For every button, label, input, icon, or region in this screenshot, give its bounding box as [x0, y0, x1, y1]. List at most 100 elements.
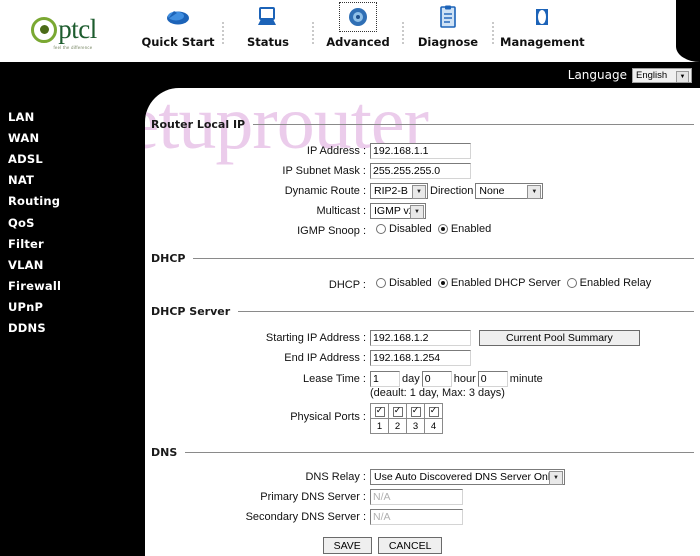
dhcp-mode-label: DHCP :: [328, 279, 366, 291]
dhcp-radio-enabled-relay[interactable]: [566, 278, 577, 288]
dhcp-option-enabled-relay: Enabled Relay: [579, 277, 652, 289]
row-dns-relay: DNS Relay : Use Auto Discovered DNS Serv…: [145, 469, 700, 485]
dhcp-radio-disabled[interactable]: [376, 278, 386, 288]
sidebar-item-qos[interactable]: QoS: [0, 212, 145, 233]
sidebar-item-ddns[interactable]: DDNS: [0, 318, 145, 339]
port-4-number: 4: [424, 418, 443, 434]
physical-ports-table: ✓ ✓ ✓ ✓ 1 2 3 4: [370, 403, 443, 434]
port-4-checkbox[interactable]: ✓: [428, 406, 439, 417]
secondary-dns-input[interactable]: N/A: [370, 509, 463, 525]
secondary-dns-label: Secondary DNS Server :: [245, 511, 366, 523]
dns-relay-value: Use Auto Discovered DNS Server Only: [374, 471, 556, 483]
row-subnet-mask: IP Subnet Mask : 255.255.255.0: [145, 163, 700, 179]
dhcp-radio-enabled-server[interactable]: [437, 278, 448, 288]
row-multicast: Multicast : IGMP v2 ▼: [145, 203, 700, 219]
port-cell: ✓: [406, 403, 425, 419]
sidebar-item-vlan[interactable]: VLAN: [0, 254, 145, 275]
row-dhcp-mode: DHCP : Disabled Enabled DHCP Server Enab…: [145, 277, 700, 292]
lease-minute-input[interactable]: 0: [477, 371, 508, 387]
sidebar-item-wan[interactable]: WAN: [0, 127, 145, 148]
nav-item-status[interactable]: Status: [224, 0, 312, 49]
section-dhcp-server: DHCP Server: [145, 305, 694, 318]
dynamic-route-label: Dynamic Route :: [284, 185, 366, 197]
chevron-down-icon: ▼: [549, 471, 563, 485]
nav-item-diagnose[interactable]: Diagnose: [404, 0, 492, 49]
section-rule: [185, 452, 694, 453]
row-physical-ports: Physical Ports : ✓ ✓ ✓ ✓ 1 2 3 4: [145, 403, 700, 434]
ports-checkbox-row: ✓ ✓ ✓ ✓: [370, 403, 443, 419]
ports-number-row: 1 2 3 4: [370, 418, 443, 434]
language-bar: Language English ▼: [0, 62, 700, 88]
igmp-snoop-option-enabled: Enabled: [450, 223, 492, 235]
brand-name: ptcl: [58, 14, 97, 44]
nav-label: Advanced: [326, 35, 390, 49]
direction-select[interactable]: None ▼: [475, 183, 544, 199]
sidebar-item-nat[interactable]: NAT: [0, 170, 145, 191]
igmp-snoop-label: IGMP Snoop :: [297, 225, 366, 237]
multicast-label: Multicast :: [316, 205, 366, 217]
port-2-checkbox[interactable]: ✓: [392, 406, 403, 417]
section-title: DNS: [151, 446, 178, 459]
form-action-buttons: SAVE CANCEL: [145, 537, 700, 554]
cancel-button[interactable]: CANCEL: [377, 537, 443, 554]
lease-minute-unit: minute: [509, 373, 543, 385]
row-igmp-snoop: IGMP Snoop : Disabled Enabled: [145, 223, 700, 238]
port-3-number: 3: [406, 418, 425, 434]
save-button[interactable]: SAVE: [322, 537, 372, 554]
igmp-snoop-radio-enabled[interactable]: [437, 224, 448, 234]
current-pool-summary-button[interactable]: Current Pool Summary: [479, 330, 640, 346]
lan-settings-form: Router Local IP IP Address : 192.168.1.1…: [145, 88, 700, 554]
port-1-checkbox[interactable]: ✓: [374, 406, 385, 417]
nav-item-management[interactable]: Management: [494, 0, 591, 49]
sidebar-item-firewall[interactable]: Firewall: [0, 276, 145, 297]
dns-relay-label: DNS Relay :: [305, 471, 366, 483]
primary-dns-input[interactable]: N/A: [370, 489, 463, 505]
port-2-number: 2: [388, 418, 407, 434]
sidebar-item-adsl[interactable]: ADSL: [0, 148, 145, 169]
subnet-mask-input[interactable]: 255.255.255.0: [370, 163, 471, 179]
mouse-icon: [159, 2, 197, 32]
nav-item-quick-start[interactable]: Quick Start: [134, 0, 222, 49]
brand-logo[interactable]: ptcl feel the difference: [0, 0, 128, 62]
sidebar-item-routing[interactable]: Routing: [0, 191, 145, 212]
chevron-down-icon: ▼: [412, 185, 426, 199]
dns-relay-select[interactable]: Use Auto Discovered DNS Server Only ▼: [370, 469, 565, 485]
ip-address-input[interactable]: 192.168.1.1: [370, 143, 471, 159]
row-dynamic-route: Dynamic Route : RIP2-B ▼ Direction None …: [145, 183, 700, 199]
igmp-snoop-radio-disabled[interactable]: [376, 224, 386, 234]
language-label: Language: [567, 68, 627, 82]
starting-ip-input[interactable]: 192.168.1.2: [370, 330, 471, 346]
chevron-down-icon: ▼: [410, 205, 424, 219]
ip-address-label: IP Address :: [306, 145, 366, 157]
gear-burst-icon: [339, 2, 377, 32]
sidebar-item-upnp[interactable]: UPnP: [0, 297, 145, 318]
chevron-down-icon: ▼: [527, 185, 542, 199]
sidebar-item-filter[interactable]: Filter: [0, 233, 145, 254]
monitor-icon: [250, 2, 286, 32]
section-title: DHCP Server: [151, 305, 231, 318]
end-ip-input[interactable]: 192.168.1.254: [370, 350, 471, 366]
row-ip-address: IP Address : 192.168.1.1: [145, 143, 700, 159]
lease-time-note: (deault: 1 day, Max: 3 days): [370, 387, 505, 399]
dynamic-route-select[interactable]: RIP2-B ▼: [370, 183, 428, 199]
igmp-snoop-option-disabled: Disabled: [389, 223, 432, 235]
section-title: DHCP: [151, 252, 186, 265]
port-1-number: 1: [370, 418, 389, 434]
row-secondary-dns: Secondary DNS Server : N/A: [145, 509, 700, 525]
port-3-checkbox[interactable]: ✓: [410, 406, 421, 417]
lease-hour-input[interactable]: 0: [421, 371, 452, 387]
port-cell: ✓: [424, 403, 443, 419]
language-select[interactable]: English ▼: [632, 67, 692, 83]
section-rule: [193, 258, 694, 259]
header-corner-shape: [676, 0, 700, 62]
brand-tagline: feel the difference: [53, 45, 93, 50]
sidebar-item-lan[interactable]: LAN: [0, 106, 145, 127]
section-rule: [253, 124, 694, 125]
lease-hour-unit: hour: [453, 373, 476, 385]
content-panel: setuprouter Router Local IP IP Address :…: [145, 88, 700, 556]
nav-item-advanced[interactable]: Advanced: [314, 0, 402, 49]
language-selected-value: English: [636, 69, 668, 81]
lease-day-input[interactable]: 1: [370, 371, 400, 387]
multicast-select[interactable]: IGMP v2 ▼: [370, 203, 426, 219]
section-router-local-ip: Router Local IP: [145, 118, 694, 131]
